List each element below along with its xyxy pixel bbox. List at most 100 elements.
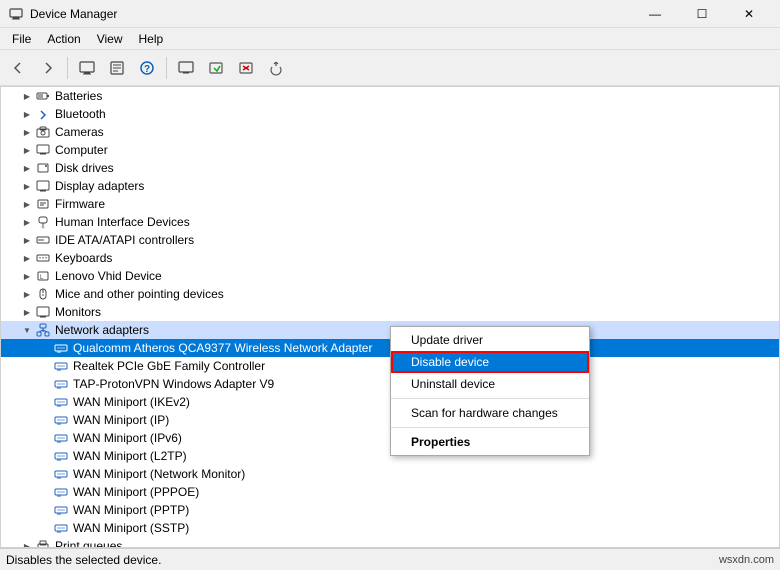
collapse-icon: ▼	[19, 322, 35, 338]
back-button[interactable]	[4, 54, 32, 82]
leaf-spacer	[37, 412, 53, 428]
device-label: Lenovo Vhid Device	[55, 269, 162, 283]
device-icon	[35, 538, 51, 548]
tree-item-wan-pptp[interactable]: WAN Miniport (PPTP)	[1, 501, 779, 519]
device-icon	[35, 88, 51, 104]
close-button[interactable]: ✕	[726, 0, 772, 28]
device-label: WAN Miniport (SSTP)	[73, 521, 189, 535]
device-label: WAN Miniport (PPPOE)	[73, 485, 199, 499]
uninstall-button[interactable]	[232, 54, 260, 82]
context-menu-item-6[interactable]: Properties	[391, 431, 589, 453]
tree-item-hid[interactable]: ▶ Human Interface Devices	[1, 213, 779, 231]
device-label: Monitors	[55, 305, 101, 319]
device-label: WAN Miniport (IP)	[73, 413, 169, 427]
device-icon	[53, 466, 69, 482]
tree-item-wan-pppoe[interactable]: WAN Miniport (PPPOE)	[1, 483, 779, 501]
device-label: Disk drives	[55, 161, 114, 175]
expand-icon: ▶	[19, 124, 35, 140]
device-label: Display adapters	[55, 179, 144, 193]
expand-icon: ▶	[19, 250, 35, 266]
help-button[interactable]: ?	[133, 54, 161, 82]
expand-icon: ▶	[19, 538, 35, 548]
menu-view[interactable]: View	[89, 28, 131, 49]
context-menu-item-2[interactable]: Uninstall device	[391, 373, 589, 395]
tree-item-lenovo[interactable]: ▶ L Lenovo Vhid Device	[1, 267, 779, 285]
leaf-spacer	[37, 340, 53, 356]
device-icon	[53, 520, 69, 536]
tree-item-cameras[interactable]: ▶ Cameras	[1, 123, 779, 141]
forward-button[interactable]	[34, 54, 62, 82]
device-icon	[35, 232, 51, 248]
leaf-spacer	[37, 466, 53, 482]
tree-item-wan-netmon[interactable]: WAN Miniport (Network Monitor)	[1, 465, 779, 483]
device-label: Firmware	[55, 197, 105, 211]
leaf-spacer	[37, 520, 53, 536]
menu-action[interactable]: Action	[39, 28, 88, 49]
window-title: Device Manager	[30, 7, 632, 21]
tree-item-ide[interactable]: ▶ IDE ATA/ATAPI controllers	[1, 231, 779, 249]
device-label: WAN Miniport (Network Monitor)	[73, 467, 245, 481]
status-right: wsxdn.com	[719, 554, 774, 566]
tree-item-keyboards[interactable]: ▶ Keyboards	[1, 249, 779, 267]
monitor-button[interactable]	[172, 54, 200, 82]
device-icon	[35, 196, 51, 212]
context-menu-item-1[interactable]: Disable device	[391, 351, 589, 373]
tree-item-wan-sstp[interactable]: WAN Miniport (SSTP)	[1, 519, 779, 537]
device-label: TAP-ProtonVPN Windows Adapter V9	[73, 377, 274, 391]
device-icon	[35, 106, 51, 122]
device-icon	[53, 358, 69, 374]
context-menu-item-0[interactable]: Update driver	[391, 329, 589, 351]
device-icon	[35, 286, 51, 302]
device-label: IDE ATA/ATAPI controllers	[55, 233, 194, 247]
tree-item-mice[interactable]: ▶ Mice and other pointing devices	[1, 285, 779, 303]
leaf-spacer	[37, 502, 53, 518]
tree-item-firmware[interactable]: ▶ Firmware	[1, 195, 779, 213]
expand-icon: ▶	[19, 142, 35, 158]
context-menu-item-4[interactable]: Scan for hardware changes	[391, 402, 589, 424]
tree-item-monitors[interactable]: ▶ Monitors	[1, 303, 779, 321]
device-label: Realtek PCIe GbE Family Controller	[73, 359, 265, 373]
menu-file[interactable]: File	[4, 28, 39, 49]
properties-button[interactable]	[103, 54, 131, 82]
expand-icon: ▶	[19, 232, 35, 248]
tree-item-batteries[interactable]: ▶ Batteries	[1, 87, 779, 105]
device-label: Print queues	[55, 539, 122, 548]
device-icon	[53, 394, 69, 410]
device-label: Batteries	[55, 89, 102, 103]
device-label: WAN Miniport (L2TP)	[73, 449, 187, 463]
tree-item-computer[interactable]: ▶ Computer	[1, 141, 779, 159]
device-icon	[35, 142, 51, 158]
expand-icon: ▶	[19, 268, 35, 284]
scan-button[interactable]	[202, 54, 230, 82]
tree-item-printqueues[interactable]: ▶ Print queues	[1, 537, 779, 548]
device-label: Human Interface Devices	[55, 215, 190, 229]
device-icon	[53, 448, 69, 464]
update-button[interactable]	[262, 54, 290, 82]
device-icon	[35, 124, 51, 140]
svg-text:?: ?	[144, 64, 150, 75]
main-area: ▶ Batteries ▶ Bluetooth ▶ Cameras ▶ Comp…	[0, 86, 780, 548]
tree-item-displayadapters[interactable]: ▶ Display adapters	[1, 177, 779, 195]
device-label: Network adapters	[55, 323, 149, 337]
computer-button[interactable]	[73, 54, 101, 82]
maximize-button[interactable]: ☐	[679, 0, 725, 28]
tree-item-diskdrives[interactable]: ▶ Disk drives	[1, 159, 779, 177]
tree-item-bluetooth[interactable]: ▶ Bluetooth	[1, 105, 779, 123]
device-icon	[35, 214, 51, 230]
leaf-spacer	[37, 376, 53, 392]
window-controls[interactable]: — ☐ ✕	[632, 0, 772, 28]
device-icon	[53, 376, 69, 392]
device-label: Computer	[55, 143, 108, 157]
status-bar: Disables the selected device. wsxdn.com	[0, 548, 780, 570]
expand-icon: ▶	[19, 214, 35, 230]
minimize-button[interactable]: —	[632, 0, 678, 28]
leaf-spacer	[37, 448, 53, 464]
device-tree[interactable]: ▶ Batteries ▶ Bluetooth ▶ Cameras ▶ Comp…	[0, 86, 780, 548]
menu-help[interactable]: Help	[131, 28, 172, 49]
app-icon	[8, 6, 24, 22]
expand-icon: ▶	[19, 286, 35, 302]
leaf-spacer	[37, 394, 53, 410]
device-icon	[53, 412, 69, 428]
menu-bar: File Action View Help	[0, 28, 780, 50]
status-text: Disables the selected device.	[6, 553, 161, 567]
